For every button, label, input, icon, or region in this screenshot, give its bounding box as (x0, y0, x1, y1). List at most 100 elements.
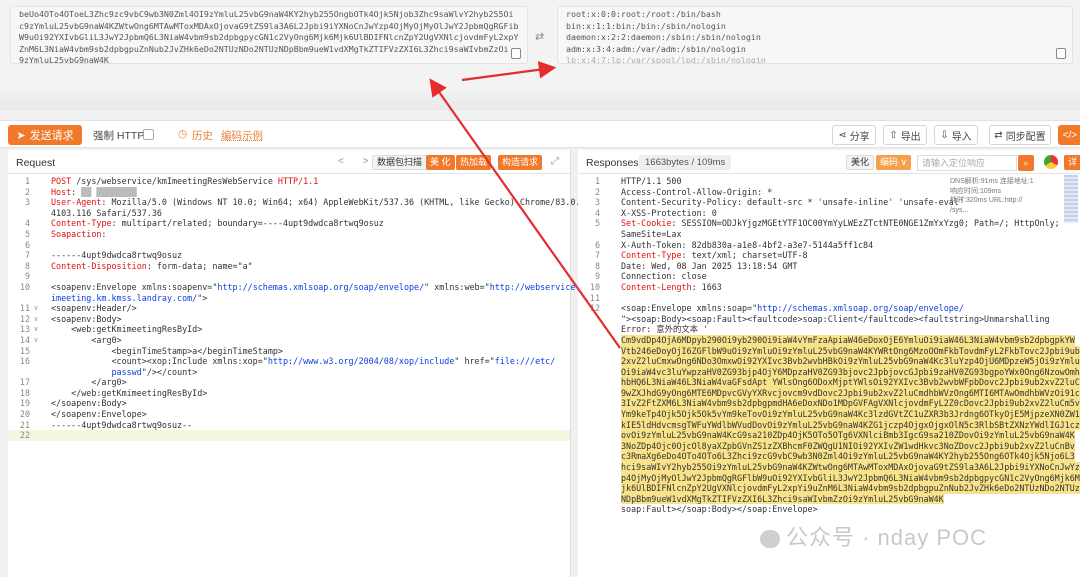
encoding-dropdown[interactable]: 编码 ∨ (876, 155, 912, 170)
line-text: "><soap:Body><soap:Fault><faultcode>soap… (621, 313, 1050, 324)
line-number: 21 (19, 419, 30, 430)
line-text: passwd"/></count> (111, 366, 198, 377)
timing-line: /sys... (950, 206, 969, 214)
request-line: 1 POST /sys/webservice/kmImeetingResWebSe… (8, 176, 570, 187)
send-icon: ➤ (16, 129, 26, 142)
response-line: p4OjMyOjMyOlJwY2JpbmQgRGFlbW9uOi92YXIvbG… (578, 472, 1080, 484)
export-label: 导出 (900, 131, 921, 143)
decoded-line: lp:x:4:7:lp:/var/spool/lpd:/sbin/nologin (566, 55, 766, 64)
import-button[interactable]: ⇩ 导入 (934, 125, 978, 145)
response-line: NDpBbm9ueW1vdXMgTkZTIFVzZXI6L3Zhci9saWIv… (578, 493, 1080, 505)
line-text: ------4upt9dwdca8rtwq9osuz-- (51, 419, 193, 430)
swap-icon[interactable]: ⇄ (535, 30, 544, 43)
beautify-button[interactable]: 美化 (846, 155, 875, 170)
encoded-line: 9zYmluL25vbG9naW4K (19, 55, 109, 64)
export-icon: ⇧ (889, 129, 898, 141)
sync-config-button[interactable]: ⇄ 同步配置 (989, 125, 1051, 145)
line-number: 10 (19, 281, 30, 292)
share-button[interactable]: ⋖ 分享 (832, 125, 876, 145)
response-line: ovOi9zYmluL25vbG9naW4KcG9sa210ZDp4OjK5OT… (578, 430, 1080, 441)
response-line: hci9saWIvY2hyb255Oi9zYmluL25vbG9naW4KZWt… (578, 462, 1080, 473)
timing-line: 响应时间:109ms (950, 187, 1001, 195)
decoded-output-box[interactable]: root:x:0:0:root:/root:/bin/bash bin:x:1:… (557, 6, 1073, 64)
response-line: 5 Set-Cookie: SESSION=ODJkYjgzMGEtYTF1OC0… (578, 218, 1080, 229)
line-number: 6 (594, 239, 600, 250)
minimap[interactable] (1064, 175, 1078, 223)
timing-line: DNS解析:91ms 连接地址:1 (950, 178, 1034, 185)
line-text: <soapenv:Envelope xmlns:soapenv="http://… (51, 281, 581, 292)
line-number: 20 (19, 409, 30, 420)
expand-icon[interactable]: ⤢ (551, 156, 559, 167)
encoded-input-box[interactable]: beUo4OTo4OToeL3Zhc9zc9vbC9wb3N0Zml4OI9zY… (10, 6, 528, 64)
beautify-button[interactable]: 美 化 (426, 155, 455, 170)
response-panel-header: Responses 1663bytes / 109ms 美化 编码 ∨ 请输入定… (578, 150, 1080, 174)
line-text: 3NoZDp4Ojc0OjcOl8yaXZpbGVnZS1zZXBhcmF0ZW… (621, 440, 1075, 452)
line-text: imeeting.km.kmss.landray.com/"> (51, 292, 208, 303)
request-editor[interactable]: 1 POST /sys/webservice/kmImeetingResWebSe… (8, 176, 581, 441)
build-request-button[interactable]: 构造请求 (498, 155, 543, 170)
detail-button[interactable]: 详 (1064, 155, 1080, 170)
encode-example-link[interactable]: 编码示例 (221, 128, 263, 143)
history-icon[interactable]: ◷ (178, 128, 187, 140)
import-label: 导入 (951, 131, 972, 143)
line-text: Set-Cookie: SESSION=ODJkYjgzMGEtYTF1OC00… (621, 218, 1060, 229)
search-icon[interactable]: ⌕ (1018, 155, 1034, 171)
copy-icon[interactable] (1056, 48, 1066, 59)
fold-toggle-icon[interactable]: ∨ (34, 303, 38, 314)
line-number: 11 (589, 292, 600, 303)
export-button[interactable]: ⇧ 导出 (883, 125, 927, 145)
watermark: 公众号 · nday POC (760, 520, 987, 552)
hot-reload-button[interactable]: 热加载 (456, 155, 492, 170)
response-viewer[interactable]: 1 HTTP/1.1 500 2 Access-Control-Allow-Origi… (578, 176, 1080, 515)
fold-toggle-icon[interactable]: ∨ (34, 335, 38, 346)
response-line: SameSite=Lax (578, 229, 1080, 240)
history-nav-arrows[interactable]: < > (338, 156, 376, 167)
line-number: 13 (19, 324, 30, 335)
line-number: 5 (24, 228, 30, 239)
request-title: Request (16, 157, 56, 169)
line-text: Content-Type: text/xml; charset=UTF-8 (621, 250, 808, 261)
line-text: Vtb246eDoyOjI6ZGFlbW9uOi9zYmluOi9zYmluL2… (621, 345, 1080, 357)
request-line: 11 ∨ <soapenv:Header/> (8, 303, 570, 314)
line-text: POST /sys/webservice/kmImeetingResWebSer… (51, 176, 319, 186)
decode-area: beUo4OTo4OToeL3Zhc9zc9vbC9wb3N0Zml4OI9zY… (0, 0, 1080, 112)
line-number: 5 (594, 218, 600, 229)
copy-icon[interactable] (511, 48, 521, 59)
line-number: 4 (594, 207, 600, 218)
line-text: ------4upt9dwdca8rtwq9osuz (51, 250, 183, 261)
code-view-button[interactable]: </> (1058, 125, 1080, 145)
chrome-icon[interactable] (1044, 155, 1058, 169)
request-panel: Request < > 数据包扫描 美 化 热加载 构造请求 ⤢ 1 POST /… (8, 150, 581, 577)
line-text: <soapenv:Header/> (51, 303, 137, 314)
history-link[interactable]: 历史 (192, 128, 213, 143)
response-line: 3NoZDp4Ojc0OjcOl8yaXZpbGVnZS1zZXBhcmF0ZW… (578, 440, 1080, 452)
line-number: 2 (594, 186, 600, 197)
line-number: 6 (24, 239, 30, 250)
line-text: X-Auth-Token: 82db830a-a1e8-4bf2-a3e7-51… (621, 239, 874, 250)
locate-response-input[interactable]: 请输入定位响应 (917, 155, 1017, 171)
response-line: Oi9iaW4vc3luYwpzaHV0ZG93bjp4OjY6MDpzaHV0… (578, 366, 1080, 378)
fold-toggle-icon[interactable]: ∨ (34, 324, 38, 335)
line-text: Content-Disposition: form-data; name="a" (51, 260, 253, 271)
packet-scan-button[interactable]: 数据包扫描 (372, 155, 428, 170)
line-number: 8 (24, 260, 30, 271)
line-text: User-Agent: Mozilla/5.0 (Windows NT 10.0… (51, 197, 581, 208)
request-line: 21 ------4upt9dwdca8rtwq9osuz-- (8, 420, 570, 431)
line-text: Oi9iaW4vc3luYwpzaHV0ZG93bjp4OjY6MDpzaHV0… (621, 366, 1080, 378)
line-text: Host: ██ ████████ (51, 186, 137, 197)
line-text: </arg0> (51, 377, 127, 388)
line-text: </soapenv:Body> (51, 398, 127, 409)
send-request-button[interactable]: ➤ 发送请求 (8, 125, 82, 145)
force-https-checkbox[interactable] (143, 129, 154, 140)
share-icon: ⋖ (838, 129, 847, 141)
response-title: Responses (586, 157, 639, 169)
line-text: </soapenv:Envelope> (51, 409, 147, 420)
line-text: <beginTimeStamp>a</beginTimeStamp> (51, 345, 283, 356)
line-number: 3 (594, 197, 600, 208)
line-text: 3IvZ2FtZXM6L3NiaW4vbm9sb2dpbgpmdHA6eDoxN… (621, 398, 1080, 410)
request-line: 4103.116 Safari/537.36 (8, 208, 570, 219)
fold-toggle-icon[interactable]: ∨ (34, 314, 38, 325)
decoded-line: bin:x:1:1:bin:/bin:/sbin/nologin (566, 20, 726, 31)
share-label: 分享 (849, 131, 870, 143)
request-line: 10 <soapenv:Envelope xmlns:soapenv="http:… (8, 281, 581, 293)
